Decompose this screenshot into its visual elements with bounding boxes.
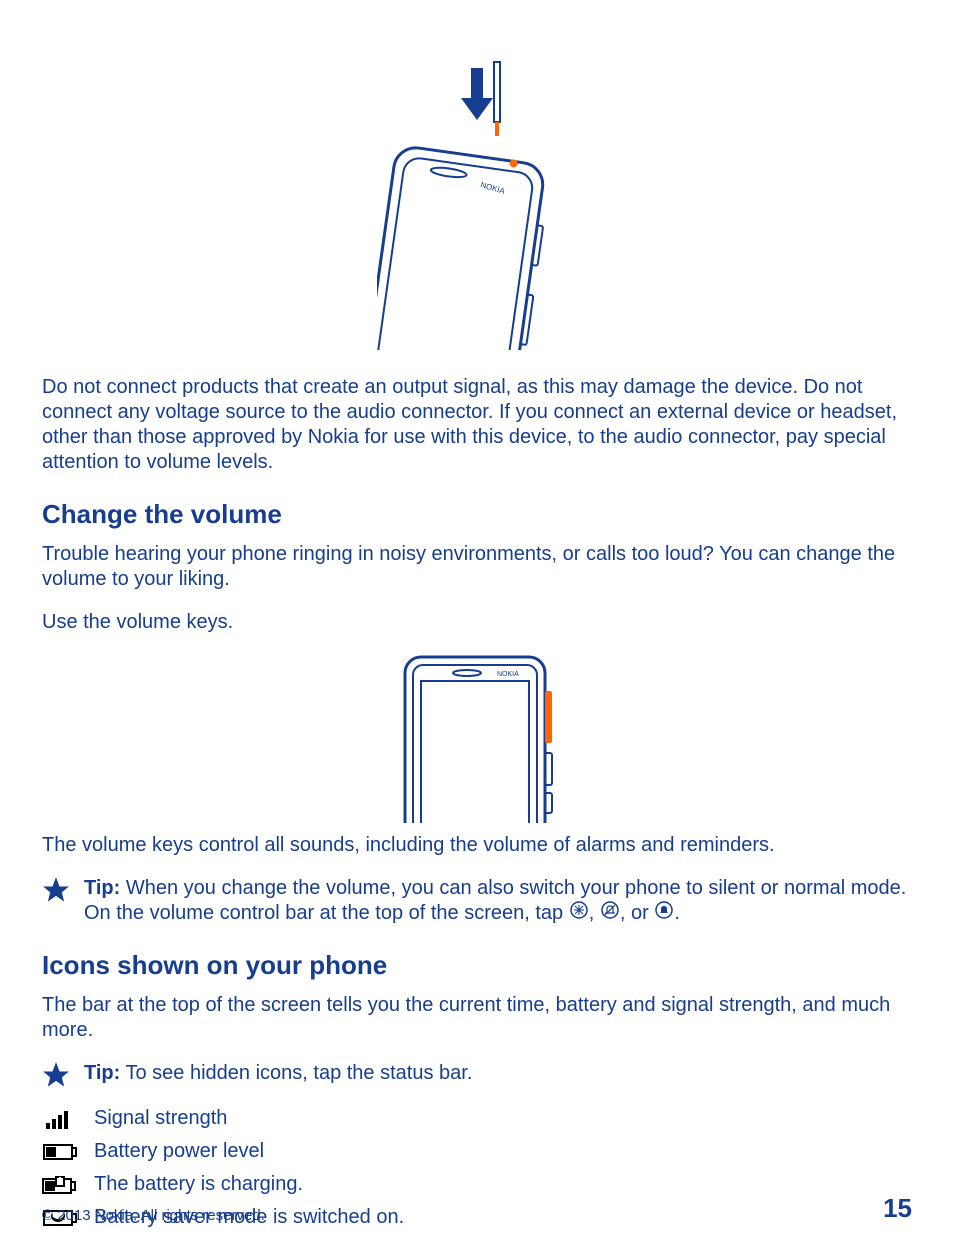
volume-text-3: The volume keys control all sounds, incl…	[42, 833, 912, 858]
page-footer: © 2013 Nokia. All rights reserved. 15	[42, 1193, 912, 1224]
signal-strength-icon	[42, 1108, 78, 1130]
icon-label: Signal strength	[94, 1107, 227, 1130]
star-icon	[42, 1061, 70, 1089]
tip-volume: Tip: When you change the volume, you can…	[42, 876, 912, 926]
tip-end: .	[674, 902, 680, 924]
volume-text-2: Use the volume keys.	[42, 610, 912, 635]
heading-icons: Icons shown on your phone	[42, 950, 912, 981]
tip-status-bar: Tip: To see hidden icons, tap the status…	[42, 1061, 912, 1089]
tip-label: Tip:	[84, 1062, 120, 1084]
illustration-volume-keys: NOKIA	[42, 653, 912, 823]
tip-text-part1: When you change the volume, you can also…	[84, 877, 906, 924]
tip-label: Tip:	[84, 877, 120, 899]
vibrate-icon	[570, 901, 588, 926]
heading-change-volume: Change the volume	[42, 499, 912, 530]
copyright-text: © 2013 Nokia. All rights reserved.	[42, 1207, 265, 1224]
icon-item-signal: Signal strength	[42, 1107, 912, 1130]
icons-intro-text: The bar at the top of the screen tells y…	[42, 993, 912, 1043]
illustration-headset-plug: NOKIA	[42, 60, 912, 350]
volume-text-1: Trouble hearing your phone ringing in no…	[42, 542, 912, 592]
icon-label: Battery power level	[94, 1140, 264, 1163]
tip-text-icons: To see hidden icons, tap the status bar.	[120, 1062, 472, 1084]
svg-text:NOKIA: NOKIA	[479, 180, 506, 196]
svg-text:NOKIA: NOKIA	[497, 671, 519, 678]
warning-text: Do not connect products that create an o…	[42, 375, 912, 475]
battery-icon	[42, 1141, 78, 1163]
icon-item-battery: Battery power level	[42, 1140, 912, 1163]
page-number: 15	[883, 1193, 912, 1224]
tip-sep1: ,	[589, 902, 600, 924]
ring-silent-icon	[601, 901, 619, 926]
ring-icon	[655, 901, 673, 926]
star-icon	[42, 876, 70, 904]
tip-sep2: , or	[620, 902, 654, 924]
